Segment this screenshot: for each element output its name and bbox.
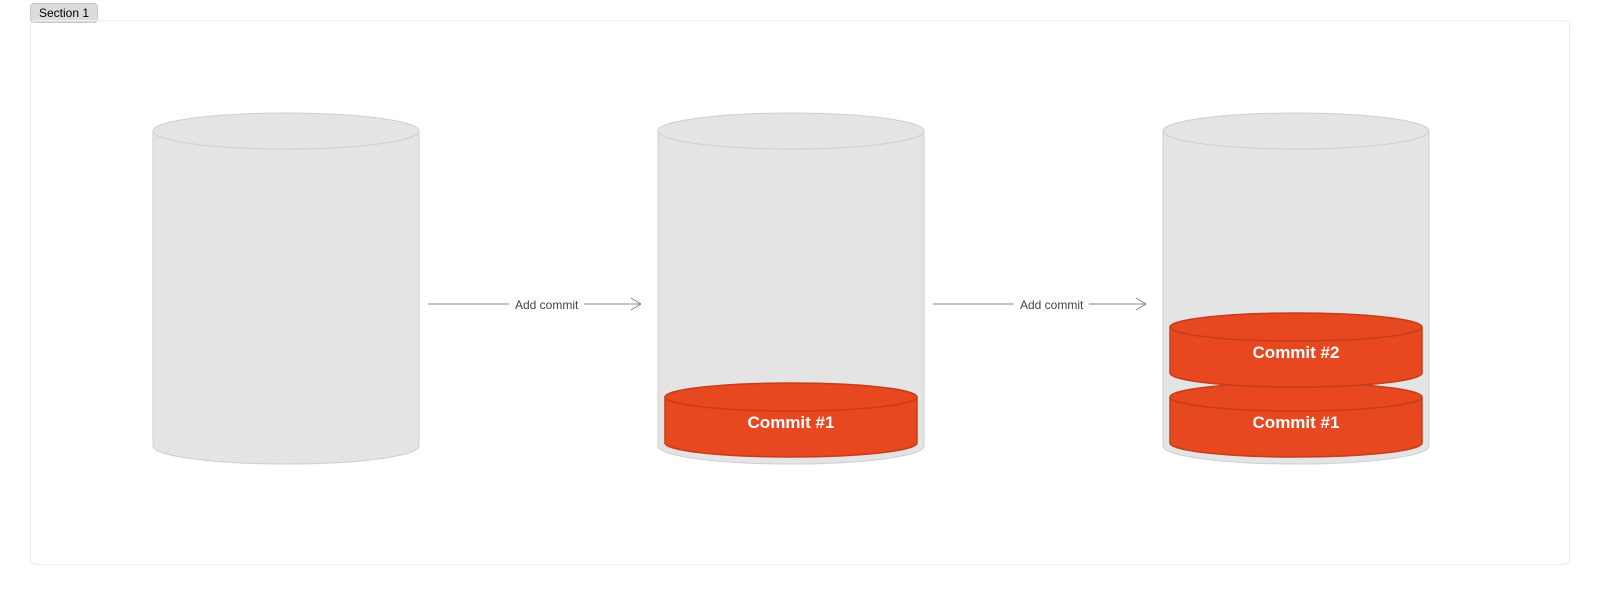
arrow-label-2: Add commit	[1014, 298, 1089, 312]
arrow-label-1: Add commit	[509, 298, 584, 312]
cylinder-empty	[151, 111, 421, 466]
diagram-panel: Add commit Commit #1 Add comm	[30, 20, 1570, 565]
cylinder-two-commits: Commit #1 Commit #2	[1161, 111, 1431, 466]
commit-disk: Commit #2	[1168, 311, 1424, 389]
commit-label: Commit #1	[1168, 381, 1424, 459]
cylinder-shape-icon	[151, 111, 421, 466]
cylinder-one-commit: Commit #1	[656, 111, 926, 466]
commit-disk: Commit #1	[663, 381, 919, 459]
commit-disk: Commit #1	[1168, 381, 1424, 459]
commit-label: Commit #1	[663, 381, 919, 459]
commit-label: Commit #2	[1168, 311, 1424, 389]
